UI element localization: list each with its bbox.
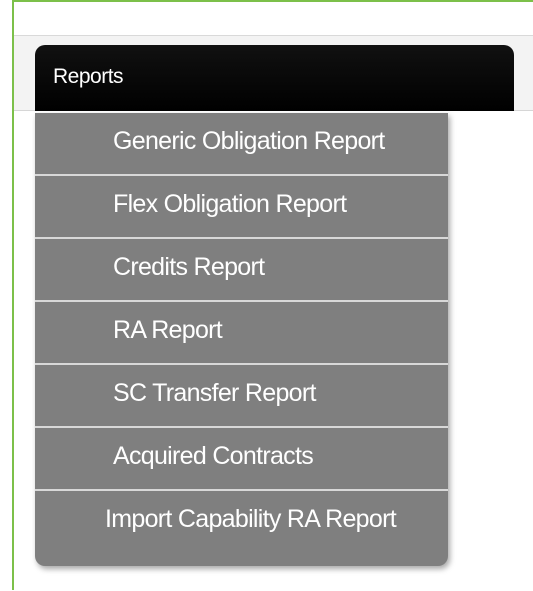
menu-item-ra-report[interactable]: RA Report [35,302,448,365]
menu-item-import-capability-ra-report[interactable]: Import Capability RA Report [35,491,448,554]
menu-item-credits-report[interactable]: Credits Report [35,239,448,302]
menu-item-generic-obligation-report[interactable]: Generic Obligation Report [35,113,448,176]
reports-menu-label: Reports [53,65,124,88]
menu-item-flex-obligation-report[interactable]: Flex Obligation Report [35,176,448,239]
page-frame: Reports Generic Obligation Report Flex O… [0,0,533,591]
menu-item-acquired-contracts[interactable]: Acquired Contracts [35,428,448,491]
reports-dropdown: Generic Obligation Report Flex Obligatio… [35,113,448,566]
top-band [14,2,533,36]
menu-item-sc-transfer-report[interactable]: SC Transfer Report [35,365,448,428]
reports-menu-button[interactable]: Reports [35,45,514,111]
